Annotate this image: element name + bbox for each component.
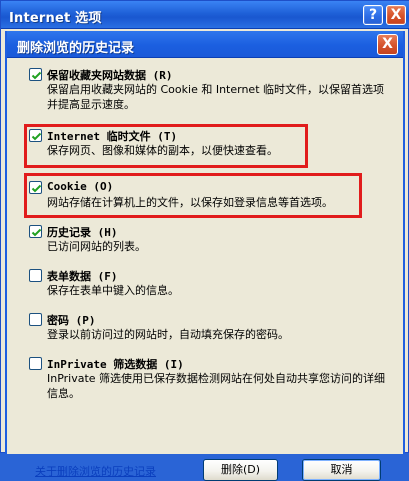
delete-history-dialog: 删除浏览的历史记录 X 保留收藏夹网站数据 (R) 保留启用收藏夹网站的 Coo…	[5, 31, 405, 481]
outer-close-button[interactable]: X	[386, 5, 406, 25]
checkbox-passwords[interactable]	[29, 313, 42, 326]
checkmark-icon	[31, 71, 42, 80]
option-label: 保留收藏夹网站数据 (R)	[47, 69, 173, 82]
option-description: 保存网页、图像和媒体的副本，以便快速查看。	[47, 144, 278, 157]
option-description: 保存在表单中键入的信息。	[47, 284, 179, 297]
checkbox-temp-files[interactable]	[29, 129, 42, 142]
outer-window-title: Internet 选项	[9, 11, 102, 26]
option-label: Internet 临时文件 (T)	[47, 130, 178, 143]
option-description: 已访问网站的列表。	[47, 240, 146, 253]
checkbox-preserve-favorites[interactable]	[29, 68, 42, 81]
checkbox-inprivate-filtering[interactable]	[29, 357, 42, 370]
checkbox-cookies[interactable]	[29, 181, 42, 194]
option-label: Cookie (O)	[47, 180, 114, 193]
checkmark-icon	[31, 184, 42, 193]
option-description: 网站存储在计算机上的文件，以保存如登录信息等首选项。	[47, 196, 333, 209]
cancel-button[interactable]: 取消	[302, 459, 381, 481]
option-label: 密码 (P)	[47, 314, 96, 327]
option-label: 历史记录 (H)	[47, 226, 118, 239]
dialog-title: 删除浏览的历史记录	[17, 41, 135, 56]
about-delete-history-link[interactable]: 关于删除浏览的历史记录	[35, 463, 156, 479]
internet-options-window: Internet 选项 ? X 删除浏览的历史记录 X 保留收藏夹网站数据 (R…	[0, 0, 409, 481]
checkmark-icon	[31, 132, 42, 141]
option-description: 登录以前访问过的网站时，自动填充保存的密码。	[47, 328, 289, 341]
checkbox-form-data[interactable]	[29, 269, 42, 282]
option-label: 表单数据 (F)	[47, 270, 118, 283]
checkmark-icon	[31, 228, 42, 237]
delete-button[interactable]: 删除(D)	[203, 459, 278, 481]
checkbox-history[interactable]	[29, 225, 42, 238]
option-description: 保留启用收藏夹网站的 Cookie 和 Internet 临时文件，以保留首选项…	[47, 83, 384, 111]
help-button[interactable]: ?	[363, 5, 383, 25]
dialog-titlebar[interactable]: 删除浏览的历史记录 X	[7, 31, 403, 58]
outer-titlebar[interactable]: Internet 选项 ? X	[1, 1, 409, 29]
dialog-body: 保留收藏夹网站数据 (R) 保留启用收藏夹网站的 Cookie 和 Intern…	[7, 58, 403, 481]
option-label: InPrivate 筛选数据 (I)	[47, 358, 184, 371]
dialog-close-button[interactable]: X	[377, 34, 398, 55]
option-description: InPrivate 筛选使用已保存数据检测网站在何处自动共享您访问的详细信息。	[47, 372, 386, 400]
